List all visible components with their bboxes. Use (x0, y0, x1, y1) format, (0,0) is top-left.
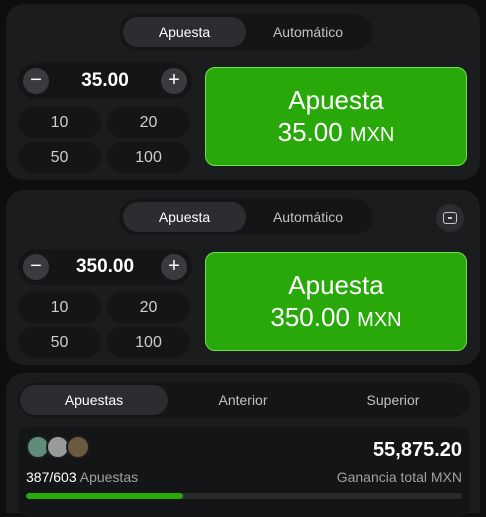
bet-button-label: Apuesta (288, 85, 384, 115)
quick-amount-20[interactable]: 20 (107, 107, 190, 138)
tab-superior[interactable]: Superior (318, 385, 468, 415)
plus-icon[interactable]: + (161, 254, 187, 280)
bet-mode-tabs: Apuesta Automático (119, 14, 373, 50)
quick-amount-20[interactable]: 20 (107, 292, 190, 323)
bet-amount-value[interactable]: 35.00 (54, 63, 156, 99)
bets-count-value: 387/603 (26, 469, 77, 485)
minus-icon[interactable]: − (23, 254, 49, 280)
collapse-bar-shape (448, 217, 452, 219)
place-bet-button[interactable]: Apuesta 35.00 MXN (205, 67, 467, 166)
tab-anterior[interactable]: Anterior (169, 385, 317, 415)
bets-progress-bar (26, 493, 462, 499)
total-win-value: 55,875.20 (373, 439, 462, 461)
quick-amount-100[interactable]: 100 (107, 142, 190, 173)
amount-stepper: − 350.00 + (18, 249, 192, 285)
bet-button-amount: 35.00 (277, 117, 343, 147)
tab-automatico[interactable]: Automático (247, 17, 369, 47)
bets-count-label: Apuestas (79, 469, 139, 485)
bet-panel-1: Apuesta Automático − 35.00 + 10 20 50 10… (6, 4, 480, 180)
bet-button-amount-line: 35.00 MXN (206, 116, 466, 151)
quick-amount-100[interactable]: 100 (107, 327, 190, 358)
bet-button-currency: MXN (357, 309, 402, 331)
total-win-label: Ganancia total MXN (336, 469, 462, 485)
amount-stepper: − 35.00 + (18, 63, 192, 99)
bet-button-amount-line: 350.00 MXN (206, 301, 466, 336)
avatar (66, 435, 90, 459)
quick-amount-10[interactable]: 10 (18, 292, 101, 323)
bet-amount-value[interactable]: 350.00 (54, 249, 156, 285)
quick-amount-50[interactable]: 50 (18, 142, 101, 173)
bets-count: 387/603 Apuestas (26, 469, 138, 485)
plus-icon[interactable]: + (161, 68, 187, 94)
bet-panel-2: Apuesta Automático − 350.00 + 10 20 50 1… (6, 190, 480, 365)
bet-button-currency: MXN (349, 124, 395, 146)
bets-history-panel: Apuestas Anterior Superior 387/603 Apues… (6, 373, 480, 517)
bet-mode-tabs: Apuesta Automático (119, 199, 373, 235)
bet-button-amount: 350.00 (270, 302, 350, 332)
history-tabs: Apuestas Anterior Superior (18, 383, 470, 417)
bets-progress-fill (26, 493, 183, 499)
collapse-panel-icon[interactable] (436, 204, 464, 232)
bets-summary-card: 387/603 Apuestas 55,875.20 Ganancia tota… (18, 427, 470, 517)
tab-apuestas[interactable]: Apuestas (20, 385, 168, 415)
tab-automatico[interactable]: Automático (247, 202, 369, 232)
tab-apuesta[interactable]: Apuesta (123, 17, 246, 47)
collapse-box-shape (443, 212, 457, 224)
quick-amount-50[interactable]: 50 (18, 327, 101, 358)
tab-apuesta[interactable]: Apuesta (123, 202, 246, 232)
quick-amount-10[interactable]: 10 (18, 107, 101, 138)
place-bet-button[interactable]: Apuesta 350.00 MXN (205, 252, 467, 351)
bet-button-label: Apuesta (288, 270, 384, 300)
minus-icon[interactable]: − (23, 68, 49, 94)
